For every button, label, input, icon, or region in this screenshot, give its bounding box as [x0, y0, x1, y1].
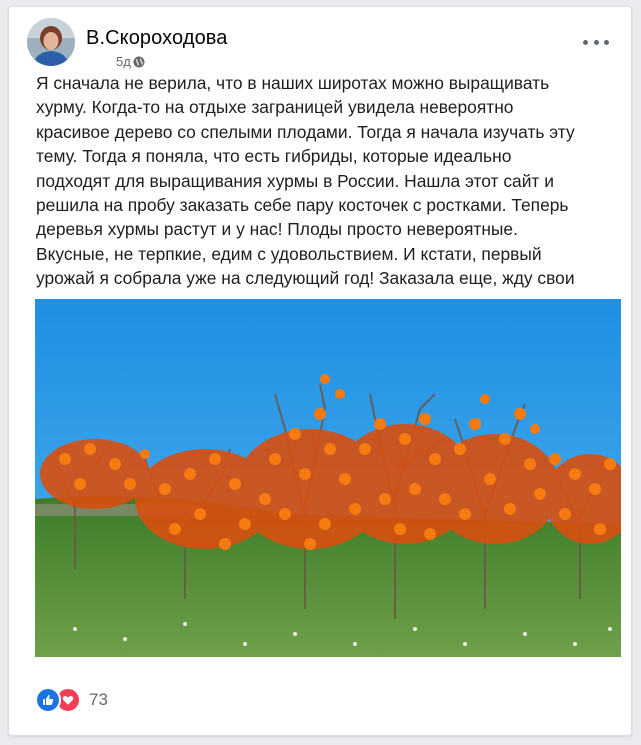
dot [583, 39, 588, 45]
avatar[interactable] [27, 18, 75, 66]
post-image[interactable] [35, 299, 621, 657]
globe-icon [133, 56, 145, 68]
post-time[interactable]: 5д [116, 54, 131, 69]
like-icon[interactable] [35, 687, 61, 713]
dot [604, 39, 609, 45]
dot [593, 39, 599, 45]
post-header: В.Скороходова 5д [9, 7, 631, 79]
post-text: Я сначала не верила, что в наших широтах… [36, 73, 575, 313]
more-options-icon[interactable] [583, 33, 609, 51]
post-card: В.Скороходова 5д Я сначала не верила, чт… [8, 6, 632, 736]
reaction-count[interactable]: 73 [89, 690, 108, 710]
reactions-bar[interactable]: 73 [35, 687, 108, 713]
persimmon-photo [35, 299, 621, 657]
post-meta: 5д [116, 54, 145, 69]
author-name[interactable]: В.Скороходова [86, 27, 228, 50]
